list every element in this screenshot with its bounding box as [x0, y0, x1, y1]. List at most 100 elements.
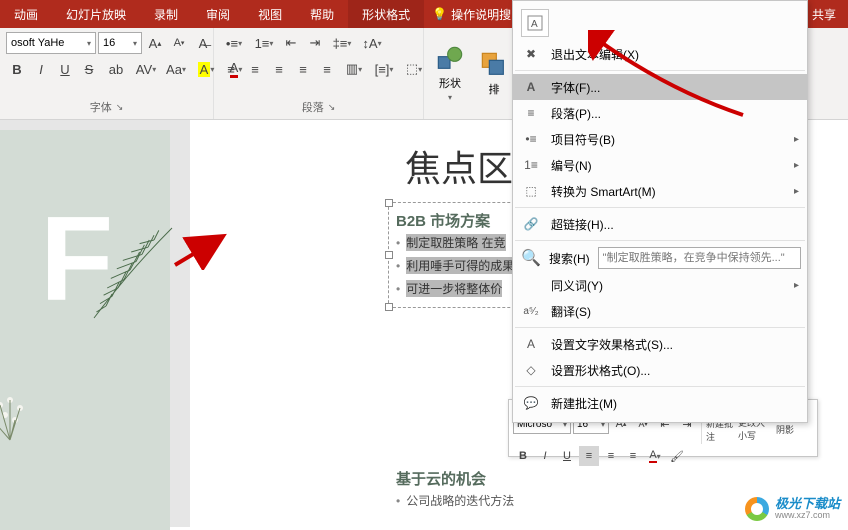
bullets-button[interactable]: •≡▾	[220, 32, 248, 54]
increase-indent-button[interactable]: ⇥	[304, 32, 326, 54]
submenu-arrow-icon: ▸	[794, 134, 799, 145]
resize-handle[interactable]	[385, 303, 393, 311]
mini-font-color[interactable]: A▾	[645, 446, 665, 466]
submenu-arrow-icon: ▸	[794, 186, 799, 197]
menu-text-effects[interactable]: A 设置文字效果格式(S)...	[513, 331, 807, 357]
tab-view[interactable]: 视图	[244, 0, 296, 28]
mini-align2[interactable]: ≡	[601, 446, 621, 466]
resize-handle[interactable]	[385, 199, 393, 207]
bullet-item[interactable]: 公司战略的迭代方法	[396, 489, 514, 512]
tell-me[interactable]: 💡 操作说明搜	[424, 6, 519, 23]
text-effects-icon: A	[521, 334, 541, 354]
menu-label: 同义词(Y)	[551, 277, 784, 294]
menu-label: 设置形状格式(O)...	[551, 362, 799, 379]
paste-option-textbox[interactable]: A	[521, 9, 549, 37]
decrease-indent-button[interactable]: ⇤	[280, 32, 302, 54]
watermark-cn: 极光下载站	[775, 497, 840, 511]
align-center-button[interactable]: ≡	[244, 58, 266, 80]
font-group-label: 字体	[90, 99, 112, 115]
arrange-icon	[480, 51, 508, 79]
slide-background: F	[0, 130, 170, 530]
align-text-button[interactable]: [≡]▾	[370, 58, 398, 80]
increase-font-icon[interactable]: A▴	[144, 32, 166, 54]
mini-align3[interactable]: ≡	[623, 446, 643, 466]
mini-format-painter[interactable]: 🖌	[667, 446, 687, 466]
menu-hyperlink[interactable]: 🔗 超链接(H)...	[513, 211, 807, 237]
justify-button[interactable]: ≡	[292, 58, 314, 80]
menu-numbering[interactable]: 1≡ 编号(N) ▸	[513, 152, 807, 178]
arrange-button[interactable]: 排	[474, 41, 514, 107]
slide-title[interactable]: 焦点区	[405, 140, 513, 192]
menu-label: 项目符号(B)	[551, 131, 784, 148]
tab-review[interactable]: 审阅	[192, 0, 244, 28]
bulb-icon: 💡	[432, 7, 447, 21]
menu-translate[interactable]: a⁵⁄₂ 翻译(S)	[513, 298, 807, 324]
distribute-button[interactable]: ≡	[316, 58, 338, 80]
align-left-button[interactable]: ≡	[220, 58, 242, 80]
mini-bold[interactable]: B	[513, 446, 533, 466]
search-label: 搜索(H)	[549, 250, 590, 267]
blank-icon	[521, 275, 541, 295]
menu-synonyms[interactable]: 同义词(Y) ▸	[513, 272, 807, 298]
line-spacing-button[interactable]: ‡≡▾	[328, 32, 356, 54]
menu-paragraph[interactable]: ≡ 段落(P)...	[513, 100, 807, 126]
context-menu: A ✖ 退出文本编辑(X) A 字体(F)... ≡ 段落(P)... •≡ 项…	[512, 0, 808, 423]
shapes-button[interactable]: 形状▾	[430, 41, 470, 107]
tab-record[interactable]: 录制	[140, 0, 192, 28]
watermark-logo-icon	[745, 497, 769, 521]
menu-shape-format[interactable]: ◇ 设置形状格式(O)...	[513, 357, 807, 383]
menu-label: 转换为 SmartArt(M)	[551, 183, 784, 200]
decrease-font-icon[interactable]: A▾	[168, 32, 190, 54]
menu-bullets[interactable]: •≡ 项目符号(B) ▸	[513, 126, 807, 152]
bold-button[interactable]: B	[6, 58, 28, 80]
font-group: osoft YaHe▾ 16▾ A▴ A▾ A̶ B I U S ab AV▾ …	[0, 28, 214, 119]
strike-button[interactable]: S	[78, 58, 100, 80]
tab-help[interactable]: 帮助	[296, 0, 348, 28]
paragraph-icon: ≡	[521, 103, 541, 123]
search-input[interactable]	[598, 247, 801, 269]
font-size-select[interactable]: 16▾	[98, 32, 142, 54]
clear-format-icon[interactable]: A̶	[192, 32, 214, 54]
char-spacing-button[interactable]: AV▾	[132, 58, 160, 80]
text-direction-button[interactable]: ↕A▾	[358, 32, 386, 54]
menu-label: 翻译(S)	[551, 303, 799, 320]
tab-shape-format[interactable]: 形状格式	[348, 0, 424, 28]
menu-label: 超链接(H)...	[551, 216, 799, 233]
menu-convert-smartart[interactable]: ⬚ 转换为 SmartArt(M) ▸	[513, 178, 807, 204]
columns-button[interactable]: ▥▾	[340, 58, 368, 80]
menu-label: 新建批注(M)	[551, 395, 799, 412]
mini-align[interactable]: ≡	[579, 446, 599, 466]
mini-italic[interactable]: I	[535, 446, 555, 466]
resize-handle[interactable]	[385, 251, 393, 259]
menu-label: 编号(N)	[551, 157, 784, 174]
section-title-2: 基于云的机会	[396, 468, 514, 489]
menu-label: 段落(P)...	[551, 105, 799, 122]
shadow-button[interactable]: ab	[102, 58, 130, 80]
italic-button[interactable]: I	[30, 58, 52, 80]
align-right-button[interactable]: ≡	[268, 58, 290, 80]
menu-label: 退出文本编辑(X)	[551, 46, 799, 63]
dialog-launcher-icon[interactable]: ↘	[116, 102, 124, 113]
search-icon: 🔍	[521, 248, 541, 268]
smartart-icon: ⬚	[521, 181, 541, 201]
shapes-icon	[436, 45, 464, 73]
font-name-select[interactable]: osoft YaHe▾	[6, 32, 96, 54]
dialog-launcher-icon[interactable]: ↘	[328, 102, 336, 113]
tab-animation[interactable]: 动画	[0, 0, 52, 28]
numbering-button[interactable]: 1≡▾	[250, 32, 278, 54]
underline-button[interactable]: U	[54, 58, 76, 80]
tab-slideshow[interactable]: 幻灯片放映	[52, 0, 140, 28]
menu-new-comment[interactable]: 💬 新建批注(M)	[513, 390, 807, 416]
section-2[interactable]: 基于云的机会 公司战略的迭代方法	[396, 468, 514, 512]
menu-exit-text-edit[interactable]: ✖ 退出文本编辑(X)	[513, 41, 807, 67]
font-icon: A	[521, 77, 541, 97]
paragraph-group: •≡▾ 1≡▾ ⇤ ⇥ ‡≡▾ ↕A▾ ≡ ≡ ≡ ≡ ≡ ▥▾ [≡]▾ ⬚▾…	[214, 28, 424, 119]
share-label: 共享	[812, 6, 836, 23]
submenu-arrow-icon: ▸	[794, 280, 799, 291]
arrange-label: 排	[489, 81, 500, 97]
menu-search: 🔍 搜索(H)	[513, 244, 807, 272]
change-case-button[interactable]: Aa▾	[162, 58, 190, 80]
shapes-label: 形状	[439, 75, 461, 91]
mini-underline[interactable]: U	[557, 446, 577, 466]
menu-font[interactable]: A 字体(F)...	[513, 74, 807, 100]
